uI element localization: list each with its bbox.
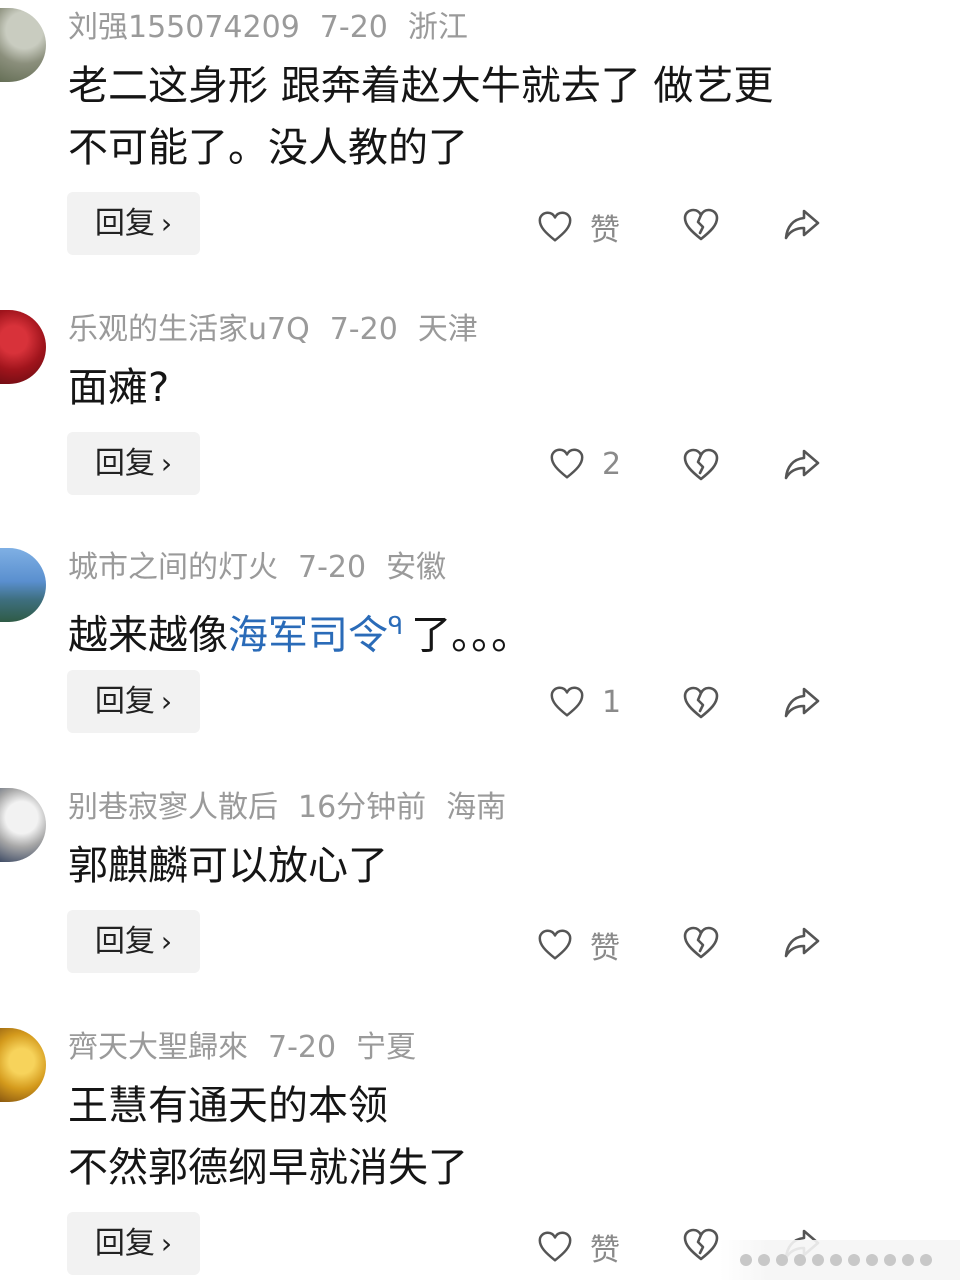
comment-meta: 刘强155074209 7-20 浙江 bbox=[68, 8, 488, 48]
share-arrow-icon[interactable] bbox=[782, 683, 822, 723]
like-count: 赞 bbox=[590, 1233, 620, 1268]
comment-date: 7-20 bbox=[298, 550, 367, 585]
comment-text: 越来越像 bbox=[68, 612, 228, 659]
search-link[interactable]: 海军司令 bbox=[228, 612, 388, 658]
comment-text-line: 不然郭德纲早就消失了 bbox=[68, 1145, 468, 1191]
username[interactable]: 别巷寂寥人散后 bbox=[68, 790, 278, 825]
comment-location: 安徽 bbox=[386, 550, 447, 585]
reply-button[interactable]: 回复 › bbox=[67, 432, 200, 495]
chevron-right-icon: › bbox=[160, 207, 173, 240]
comment-text-line: 不可能了。没人教的了 bbox=[68, 125, 468, 171]
username[interactable]: 齊天大聖歸來 bbox=[68, 1030, 248, 1065]
username[interactable]: 城市之间的灯火 bbox=[68, 550, 278, 585]
heart-outline-icon bbox=[550, 448, 584, 479]
chevron-right-icon: › bbox=[160, 925, 173, 958]
comment-location: 天津 bbox=[417, 312, 478, 347]
like-count: 赞 bbox=[590, 931, 620, 966]
like-button[interactable]: 1 bbox=[548, 683, 621, 721]
watermark-dots bbox=[720, 1240, 960, 1280]
share-arrow-icon[interactable] bbox=[782, 445, 822, 485]
comment-text-line: 郭麒麟可以放心了 bbox=[68, 843, 388, 889]
like-button[interactable]: 赞 bbox=[536, 1225, 620, 1269]
heart-outline-icon bbox=[538, 1231, 572, 1262]
comment-meta: 城市之间的灯火 7-20 安徽 bbox=[68, 548, 466, 588]
like-button[interactable]: 赞 bbox=[536, 923, 620, 967]
reply-label: 回复 bbox=[94, 206, 155, 241]
comment-location: 宁夏 bbox=[356, 1030, 417, 1065]
comment-meta: 齊天大聖歸來 7-20 宁夏 bbox=[68, 1028, 436, 1068]
reply-button[interactable]: 回复 › bbox=[67, 192, 200, 255]
comment-text: 了。。。 bbox=[411, 612, 532, 659]
comment-meta: 别巷寂寥人散后 16分钟前 海南 bbox=[68, 788, 526, 828]
reply-button[interactable]: 回复 › bbox=[67, 1212, 200, 1275]
like-count: 2 bbox=[602, 446, 622, 482]
share-arrow-icon[interactable] bbox=[782, 205, 822, 245]
broken-heart-icon[interactable] bbox=[681, 923, 721, 963]
search-icon: ᑫ bbox=[388, 612, 404, 640]
comment-text-line: 王慧有通天的本领 bbox=[68, 1083, 388, 1129]
comment-location: 浙江 bbox=[407, 10, 468, 45]
broken-heart-icon[interactable] bbox=[681, 445, 721, 485]
reply-label: 回复 bbox=[94, 924, 155, 959]
comment-text-line: 老二这身形 跟奔着赵大牛就去了 做艺更 bbox=[68, 63, 774, 109]
avatar[interactable] bbox=[0, 788, 46, 862]
comment-date: 7-20 bbox=[319, 10, 388, 45]
like-button[interactable]: 2 bbox=[548, 445, 621, 483]
reply-label: 回复 bbox=[94, 684, 155, 719]
username[interactable]: 乐观的生活家u7Q bbox=[68, 312, 310, 347]
avatar[interactable] bbox=[0, 1028, 46, 1102]
broken-heart-icon[interactable] bbox=[681, 1225, 721, 1265]
avatar[interactable] bbox=[0, 310, 46, 384]
chevron-right-icon: › bbox=[160, 685, 173, 718]
share-arrow-icon[interactable] bbox=[782, 923, 822, 963]
comment-text-line: 面瘫? bbox=[68, 365, 170, 411]
like-count: 1 bbox=[602, 684, 622, 720]
heart-outline-icon bbox=[538, 929, 572, 960]
reply-label: 回复 bbox=[94, 446, 155, 481]
comment-date: 7-20 bbox=[329, 312, 398, 347]
comment-meta: 乐观的生活家u7Q 7-20 天津 bbox=[68, 310, 498, 350]
broken-heart-icon[interactable] bbox=[681, 205, 721, 245]
broken-heart-icon[interactable] bbox=[681, 683, 721, 723]
chevron-right-icon: › bbox=[160, 447, 173, 480]
comment-date: 7-20 bbox=[268, 1030, 337, 1065]
username[interactable]: 刘强155074209 bbox=[68, 10, 300, 45]
comment-location: 海南 bbox=[446, 790, 507, 825]
heart-outline-icon bbox=[538, 211, 572, 242]
like-count: 赞 bbox=[590, 213, 620, 248]
reply-button[interactable]: 回复 › bbox=[67, 910, 200, 973]
like-button[interactable]: 赞 bbox=[536, 205, 620, 249]
avatar[interactable] bbox=[0, 8, 46, 82]
comment-date: 16分钟前 bbox=[298, 790, 427, 825]
heart-outline-icon bbox=[550, 686, 584, 717]
reply-button[interactable]: 回复 › bbox=[67, 670, 200, 733]
avatar[interactable] bbox=[0, 548, 46, 622]
comment-text-line: 越来越像海军司令ᑫ 了。。。 bbox=[68, 596, 531, 665]
chevron-right-icon: › bbox=[160, 1227, 173, 1260]
reply-label: 回复 bbox=[94, 1226, 155, 1261]
